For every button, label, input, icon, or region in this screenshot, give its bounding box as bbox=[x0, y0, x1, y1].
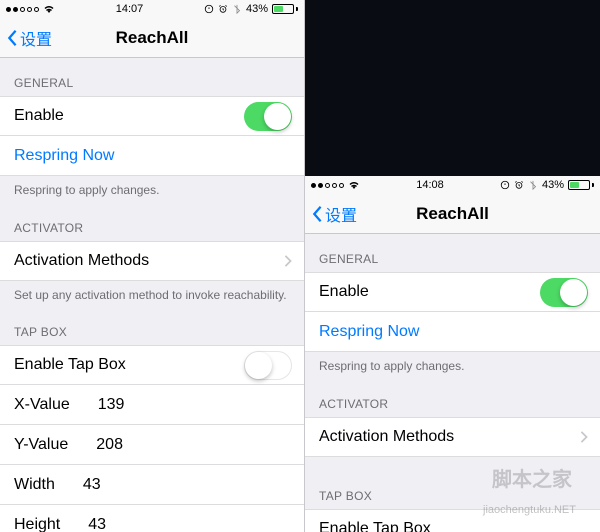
back-label: 设置 bbox=[325, 202, 357, 226]
respring-label: Respring Now bbox=[14, 147, 114, 165]
tapbox-enable-row[interactable]: Enable Tap Box bbox=[0, 345, 304, 385]
height-value: 43 bbox=[88, 516, 106, 532]
chevron-right-icon bbox=[580, 431, 588, 443]
section-header-tapbox: TAP BOX bbox=[0, 307, 304, 345]
y-value-row[interactable]: Y-Value 208 bbox=[0, 425, 304, 465]
reachability-black-area bbox=[305, 0, 600, 176]
tapbox-enable-label: Enable Tap Box bbox=[14, 356, 126, 374]
enable-switch[interactable] bbox=[244, 102, 292, 131]
y-value: 208 bbox=[96, 436, 123, 454]
enable-row[interactable]: Enable bbox=[305, 272, 600, 312]
chevron-right-icon bbox=[284, 255, 292, 267]
x-value-row[interactable]: X-Value 139 bbox=[0, 385, 304, 425]
battery-icon bbox=[568, 180, 594, 190]
activation-methods-row[interactable]: Activation Methods bbox=[0, 241, 304, 281]
height-row[interactable]: Height 43 bbox=[0, 505, 304, 532]
section-header-activator: ACTIVATOR bbox=[0, 203, 304, 241]
activator-footer: Set up any activation method to invoke r… bbox=[0, 281, 304, 308]
y-value-label: Y-Value bbox=[14, 436, 68, 454]
tapbox-enable-switch[interactable] bbox=[244, 351, 292, 380]
general-footer: Respring to apply changes. bbox=[0, 176, 304, 203]
tapbox-enable-row[interactable]: Enable Tap Box bbox=[305, 509, 600, 532]
enable-label: Enable bbox=[319, 283, 369, 301]
width-value: 43 bbox=[83, 476, 101, 494]
tapbox-enable-label: Enable Tap Box bbox=[319, 520, 431, 532]
signal-dots bbox=[6, 7, 39, 12]
x-value: 139 bbox=[98, 396, 125, 414]
signal-dots bbox=[311, 183, 344, 188]
back-button[interactable]: 设置 bbox=[305, 202, 357, 226]
battery-icon bbox=[272, 4, 298, 14]
status-time: 14:08 bbox=[416, 179, 444, 191]
activation-methods-label: Activation Methods bbox=[319, 428, 454, 446]
wifi-icon bbox=[348, 179, 360, 191]
x-value-label: X-Value bbox=[14, 396, 70, 414]
section-header-activator: ACTIVATOR bbox=[305, 379, 600, 417]
alarm-icon bbox=[514, 180, 524, 190]
enable-switch[interactable] bbox=[540, 278, 588, 307]
activation-methods-label: Activation Methods bbox=[14, 252, 149, 270]
respring-button[interactable]: Respring Now bbox=[0, 136, 304, 176]
wifi-icon bbox=[43, 3, 55, 15]
activation-methods-row[interactable]: Activation Methods bbox=[305, 417, 600, 457]
width-label: Width bbox=[14, 476, 55, 494]
activator-footer bbox=[305, 457, 600, 484]
nav-bar: 设置 ReachAll bbox=[305, 194, 600, 234]
section-header-general: GENERAL bbox=[305, 234, 600, 272]
battery-percent: 43% bbox=[246, 3, 268, 15]
chevron-left-icon bbox=[311, 205, 323, 223]
back-label: 设置 bbox=[20, 26, 52, 50]
width-row[interactable]: Width 43 bbox=[0, 465, 304, 505]
back-button[interactable]: 设置 bbox=[0, 26, 52, 50]
status-time: 14:07 bbox=[116, 3, 144, 15]
respring-label: Respring Now bbox=[319, 323, 419, 341]
nav-bar: 设置 ReachAll bbox=[0, 18, 304, 58]
section-header-tapbox: TAP BOX bbox=[305, 483, 600, 509]
chevron-left-icon bbox=[6, 29, 18, 47]
status-bar: 14:07 43% bbox=[0, 0, 304, 18]
bluetooth-icon bbox=[232, 4, 242, 14]
rotation-lock-icon bbox=[500, 180, 510, 190]
battery-percent: 43% bbox=[542, 179, 564, 191]
enable-label: Enable bbox=[14, 107, 64, 125]
height-label: Height bbox=[14, 516, 60, 532]
section-header-general: GENERAL bbox=[0, 58, 304, 96]
rotation-lock-icon bbox=[204, 4, 214, 14]
enable-row[interactable]: Enable bbox=[0, 96, 304, 136]
alarm-icon bbox=[218, 4, 228, 14]
general-footer: Respring to apply changes. bbox=[305, 352, 600, 379]
respring-button[interactable]: Respring Now bbox=[305, 312, 600, 352]
status-bar: 14:08 43% bbox=[305, 176, 600, 194]
bluetooth-icon bbox=[528, 180, 538, 190]
